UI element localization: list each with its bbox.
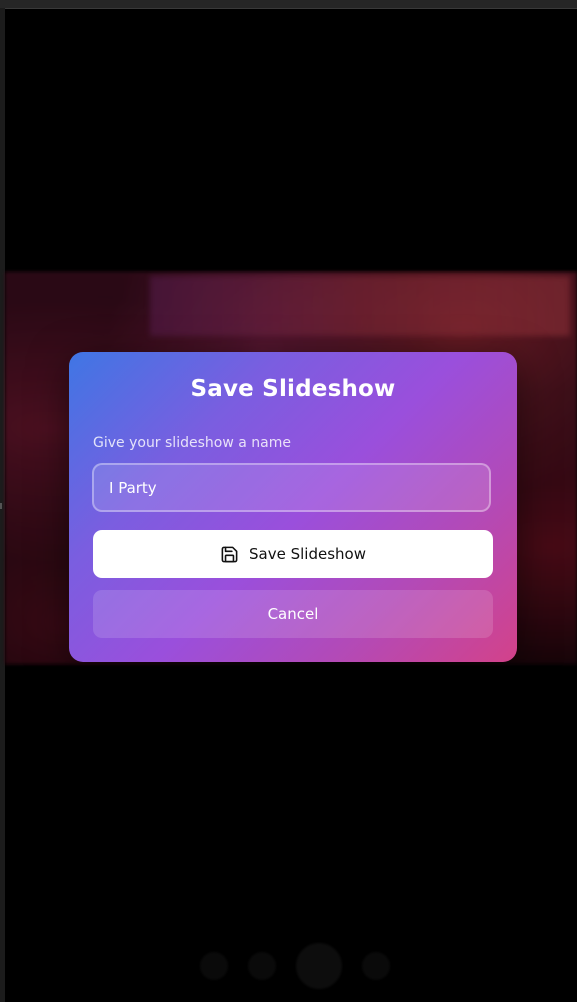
name-field-label: Give your slideshow a name [93, 435, 291, 451]
top-bar [0, 0, 577, 9]
app-root: Save Slideshow Give your slideshow a nam… [0, 0, 577, 1002]
rewind-icon[interactable] [248, 952, 276, 980]
slideshow-name-input[interactable] [92, 463, 491, 512]
play-icon[interactable] [296, 943, 342, 989]
save-slideshow-button[interactable]: Save Slideshow [93, 530, 493, 578]
cancel-button[interactable]: Cancel [93, 590, 493, 638]
dialog-title: Save Slideshow [190, 376, 396, 402]
save-button-label: Save Slideshow [249, 545, 366, 563]
resize-handle[interactable] [0, 503, 2, 509]
previous-icon[interactable] [200, 952, 228, 980]
forward-icon[interactable] [362, 952, 390, 980]
save-slideshow-dialog: Save Slideshow Give your slideshow a nam… [69, 352, 517, 662]
player-controls [200, 943, 390, 989]
floppy-disk-icon [220, 545, 239, 564]
cancel-button-label: Cancel [267, 605, 319, 623]
